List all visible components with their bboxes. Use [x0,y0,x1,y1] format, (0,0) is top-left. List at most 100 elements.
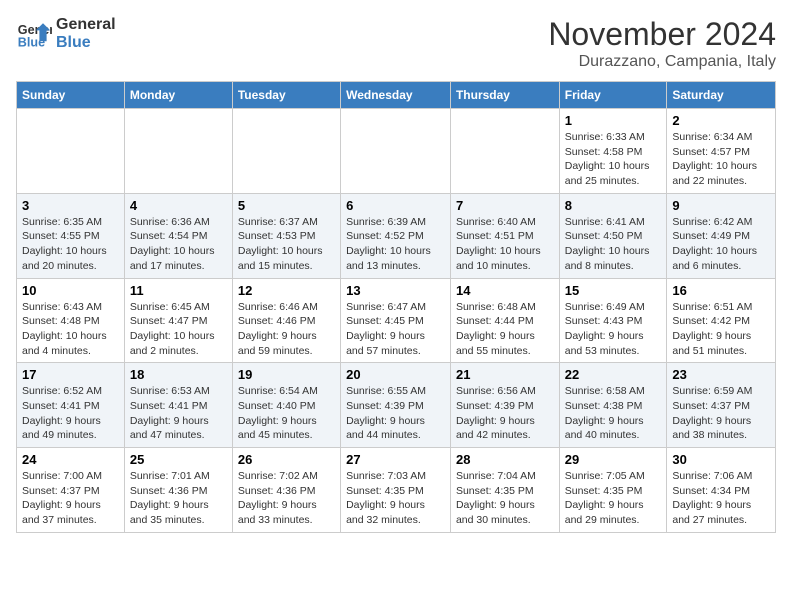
day-number: 7 [456,198,554,213]
day-info: Sunrise: 7:02 AM Sunset: 4:36 PM Dayligh… [238,469,335,528]
day-info: Sunrise: 7:03 AM Sunset: 4:35 PM Dayligh… [346,469,445,528]
day-number: 2 [672,113,770,128]
calendar-cell: 17 Sunrise: 6:52 AM Sunset: 4:41 PM Dayli… [17,363,125,448]
calendar-body: 1 Sunrise: 6:33 AM Sunset: 4:58 PM Daylig… [17,109,776,533]
day-number: 27 [346,452,445,467]
calendar-cell: 28 Sunrise: 7:04 AM Sunset: 4:35 PM Dayli… [450,448,559,533]
day-info: Sunrise: 6:33 AM Sunset: 4:58 PM Dayligh… [565,130,662,189]
day-number: 11 [130,283,227,298]
day-info: Sunrise: 6:59 AM Sunset: 4:37 PM Dayligh… [672,384,770,443]
day-number: 17 [22,367,119,382]
calendar-cell: 4Sunrise: 6:36 AM Sunset: 4:54 PM Daylig… [124,193,232,278]
day-number: 9 [672,198,770,213]
day-number: 16 [672,283,770,298]
calendar-cell: 2 Sunrise: 6:34 AM Sunset: 4:57 PM Daylig… [667,109,776,194]
day-number: 30 [672,452,770,467]
day-number: 20 [346,367,445,382]
calendar-cell: 30 Sunrise: 7:06 AM Sunset: 4:34 PM Dayli… [667,448,776,533]
day-number: 24 [22,452,119,467]
day-info: Sunrise: 6:53 AM Sunset: 4:41 PM Dayligh… [130,384,227,443]
day-info: Sunrise: 6:41 AM Sunset: 4:50 PM Dayligh… [565,215,662,274]
calendar-cell: 27 Sunrise: 7:03 AM Sunset: 4:35 PM Dayli… [341,448,451,533]
day-info: Sunrise: 6:43 AM Sunset: 4:48 PM Dayligh… [22,300,119,359]
day-number: 3 [22,198,119,213]
day-number: 5 [238,198,335,213]
calendar-header: SundayMondayTuesdayWednesdayThursdayFrid… [17,82,776,109]
day-info: Sunrise: 6:34 AM Sunset: 4:57 PM Dayligh… [672,130,770,189]
day-number: 28 [456,452,554,467]
day-number: 21 [456,367,554,382]
calendar-table: SundayMondayTuesdayWednesdayThursdayFrid… [16,81,776,533]
day-info: Sunrise: 6:40 AM Sunset: 4:51 PM Dayligh… [456,215,554,274]
header: General Blue General Blue November 2024 … [16,16,776,71]
day-number: 25 [130,452,227,467]
day-info: Sunrise: 6:49 AM Sunset: 4:43 PM Dayligh… [565,300,662,359]
calendar-cell: 1 Sunrise: 6:33 AM Sunset: 4:58 PM Daylig… [559,109,667,194]
calendar-cell [450,109,559,194]
calendar-cell: 22 Sunrise: 6:58 AM Sunset: 4:38 PM Dayli… [559,363,667,448]
day-number: 6 [346,198,445,213]
title-area: November 2024 Durazzano, Campania, Italy [548,16,776,71]
calendar-cell: 7 Sunrise: 6:40 AM Sunset: 4:51 PM Daylig… [450,193,559,278]
day-info: Sunrise: 6:51 AM Sunset: 4:42 PM Dayligh… [672,300,770,359]
calendar-cell: 14 Sunrise: 6:48 AM Sunset: 4:44 PM Dayli… [450,278,559,363]
calendar-cell: 3 Sunrise: 6:35 AM Sunset: 4:55 PM Daylig… [17,193,125,278]
day-info: Sunrise: 6:58 AM Sunset: 4:38 PM Dayligh… [565,384,662,443]
day-info: Sunrise: 7:06 AM Sunset: 4:34 PM Dayligh… [672,469,770,528]
calendar-cell: 16 Sunrise: 6:51 AM Sunset: 4:42 PM Dayli… [667,278,776,363]
weekday-header: Thursday [450,82,559,109]
day-info: Sunrise: 6:39 AM Sunset: 4:52 PM Dayligh… [346,215,445,274]
calendar-cell: 12Sunrise: 6:46 AM Sunset: 4:46 PM Dayli… [232,278,340,363]
day-number: 8 [565,198,662,213]
day-info: Sunrise: 7:04 AM Sunset: 4:35 PM Dayligh… [456,469,554,528]
calendar-cell: 21Sunrise: 6:56 AM Sunset: 4:39 PM Dayli… [450,363,559,448]
logo-icon: General Blue [16,16,52,52]
calendar-cell: 24 Sunrise: 7:00 AM Sunset: 4:37 PM Dayli… [17,448,125,533]
day-number: 13 [346,283,445,298]
calendar-cell: 9 Sunrise: 6:42 AM Sunset: 4:49 PM Daylig… [667,193,776,278]
day-info: Sunrise: 6:46 AM Sunset: 4:46 PM Dayligh… [238,300,335,359]
calendar-cell: 5 Sunrise: 6:37 AM Sunset: 4:53 PM Daylig… [232,193,340,278]
day-info: Sunrise: 7:01 AM Sunset: 4:36 PM Dayligh… [130,469,227,528]
day-info: Sunrise: 6:45 AM Sunset: 4:47 PM Dayligh… [130,300,227,359]
logo-line1: General [56,16,116,34]
day-info: Sunrise: 6:35 AM Sunset: 4:55 PM Dayligh… [22,215,119,274]
calendar-cell: 10 Sunrise: 6:43 AM Sunset: 4:48 PM Dayli… [17,278,125,363]
day-info: Sunrise: 6:37 AM Sunset: 4:53 PM Dayligh… [238,215,335,274]
day-info: Sunrise: 6:52 AM Sunset: 4:41 PM Dayligh… [22,384,119,443]
calendar-cell: 11 Sunrise: 6:45 AM Sunset: 4:47 PM Dayli… [124,278,232,363]
calendar-cell [17,109,125,194]
calendar-cell: 15Sunrise: 6:49 AM Sunset: 4:43 PM Dayli… [559,278,667,363]
day-info: Sunrise: 6:47 AM Sunset: 4:45 PM Dayligh… [346,300,445,359]
day-number: 14 [456,283,554,298]
calendar-cell: 8 Sunrise: 6:41 AM Sunset: 4:50 PM Daylig… [559,193,667,278]
day-info: Sunrise: 7:00 AM Sunset: 4:37 PM Dayligh… [22,469,119,528]
location-title: Durazzano, Campania, Italy [548,53,776,71]
calendar-cell: 19 Sunrise: 6:54 AM Sunset: 4:40 PM Dayli… [232,363,340,448]
weekday-header: Saturday [667,82,776,109]
calendar-cell: 18Sunrise: 6:53 AM Sunset: 4:41 PM Dayli… [124,363,232,448]
day-number: 1 [565,113,662,128]
calendar-cell: 25 Sunrise: 7:01 AM Sunset: 4:36 PM Dayli… [124,448,232,533]
day-info: Sunrise: 6:48 AM Sunset: 4:44 PM Dayligh… [456,300,554,359]
weekday-header: Wednesday [341,82,451,109]
calendar-cell: 13 Sunrise: 6:47 AM Sunset: 4:45 PM Dayli… [341,278,451,363]
weekday-header: Friday [559,82,667,109]
day-info: Sunrise: 6:36 AM Sunset: 4:54 PM Dayligh… [130,215,227,274]
day-number: 23 [672,367,770,382]
weekday-header: Monday [124,82,232,109]
day-info: Sunrise: 6:42 AM Sunset: 4:49 PM Dayligh… [672,215,770,274]
calendar-cell [124,109,232,194]
logo: General Blue General Blue [16,16,116,52]
day-number: 22 [565,367,662,382]
day-number: 26 [238,452,335,467]
day-info: Sunrise: 7:05 AM Sunset: 4:35 PM Dayligh… [565,469,662,528]
calendar-cell: 20Sunrise: 6:55 AM Sunset: 4:39 PM Dayli… [341,363,451,448]
calendar-cell: 29 Sunrise: 7:05 AM Sunset: 4:35 PM Dayli… [559,448,667,533]
weekday-header: Sunday [17,82,125,109]
day-number: 29 [565,452,662,467]
calendar-cell [232,109,340,194]
day-number: 10 [22,283,119,298]
day-info: Sunrise: 6:54 AM Sunset: 4:40 PM Dayligh… [238,384,335,443]
day-number: 19 [238,367,335,382]
